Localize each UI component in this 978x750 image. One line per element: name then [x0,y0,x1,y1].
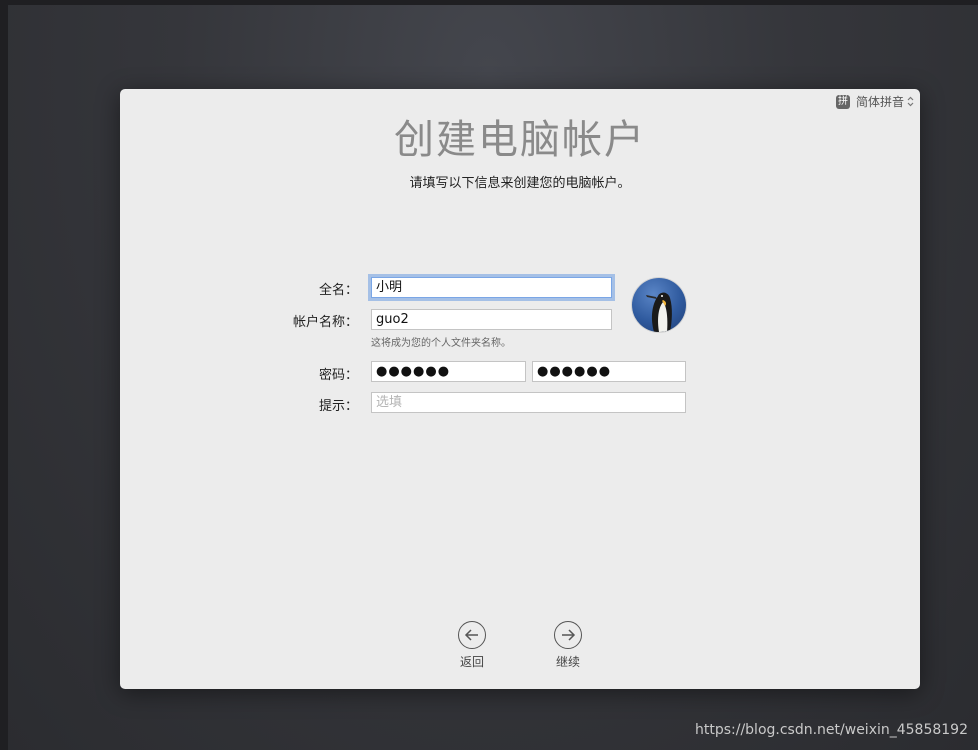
password-input[interactable]: ●●●●●● [371,361,526,382]
full-name-input[interactable]: 小明 [371,277,612,298]
back-button[interactable]: 返回 [447,621,497,670]
account-name-label: 帐户名称： [292,315,358,330]
screen-top-edge [0,0,978,5]
full-name-label: 全名： [318,283,358,298]
account-name-input[interactable]: guo2 [371,309,612,330]
continue-button[interactable]: 继续 [543,621,593,670]
penguin-avatar-icon[interactable] [632,278,686,332]
continue-button-label: 继续 [555,655,580,669]
password-hint-label: 提示： [318,399,358,414]
password-label: 密码： [318,368,358,383]
setup-window: 拼 简体拼音 创建电脑帐户 请填写以下信息来创建您的电脑帐户。 全名： 小明 帐… [120,89,920,689]
page-title: 创建电脑帐户 [394,117,646,163]
password-hint-input[interactable]: 选填 [371,392,686,413]
watermark-url: https://blog.csdn.net/weixin_45858192 [694,722,968,738]
back-button-label: 返回 [459,655,484,669]
screen-left-edge [0,0,8,750]
arrow-left-icon [458,621,486,649]
password-verify-input[interactable]: ●●●●●● [532,361,686,382]
arrow-right-icon [554,621,582,649]
account-name-hint: 这将成为您的个人文件夹名称。 [371,338,511,349]
page-subtitle: 请填写以下信息来创建您的电脑帐户。 [409,176,631,191]
chevron-up-down-icon [907,96,914,107]
